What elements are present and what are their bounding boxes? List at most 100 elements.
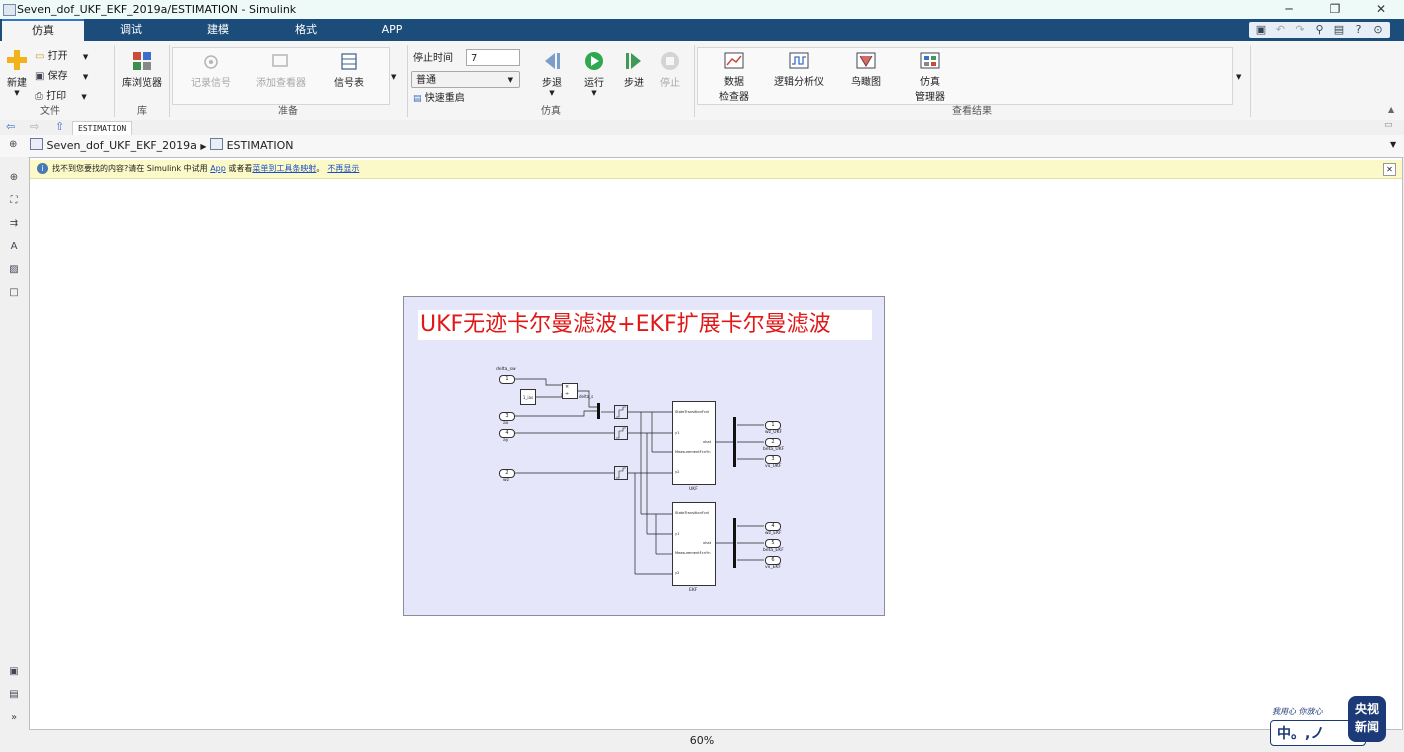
simulink-app-icon	[3, 4, 16, 16]
new-label: 新建	[7, 78, 27, 89]
collapse-ribbon-icon[interactable]: ▲	[1388, 105, 1394, 114]
add-viewer-icon	[272, 54, 288, 67]
zero-order-hold-block[interactable]	[614, 405, 628, 419]
product-block[interactable]: × ÷	[562, 383, 578, 399]
tab-apps[interactable]: APP	[352, 19, 432, 41]
annotation-icon[interactable]: A	[7, 240, 21, 254]
outport-block[interactable]: 2	[765, 438, 781, 447]
search-icon[interactable]: ⚲	[1312, 22, 1328, 38]
model-tab[interactable]: ESTIMATION	[72, 121, 133, 136]
print-dropdown-icon[interactable]: ▼	[81, 93, 86, 101]
ekf-port-y1: y1	[675, 532, 680, 536]
data-inspector-button[interactable]: 数据 检查器	[714, 52, 754, 103]
run-label: 运行	[584, 78, 604, 89]
outport-label: vx_EKF	[765, 565, 781, 570]
hide-browser-icon[interactable]: ⊕	[9, 139, 17, 150]
save-button[interactable]: ▣ 保存 ▼	[35, 68, 88, 86]
step-back-dropdown-icon[interactable]: ▼	[535, 89, 569, 97]
tab-menu-icon[interactable]: ▭	[1384, 120, 1393, 130]
zoom-in-icon[interactable]: ⊕	[7, 171, 21, 185]
inport-block[interactable]: 1	[499, 375, 515, 384]
ekf-demux-block[interactable]	[733, 518, 736, 568]
ukf-block[interactable]: StateTransitionFcnI y1 xhat MeasurementF…	[672, 401, 716, 485]
prepare-expand-icon[interactable]: ▼	[391, 73, 396, 81]
tab-modeling[interactable]: 建模	[178, 19, 258, 41]
zero-order-hold-block[interactable]	[614, 426, 628, 440]
image-icon[interactable]: ▨	[7, 263, 21, 277]
screenshot-icon[interactable]: ▣	[7, 665, 21, 679]
zero-order-hold-block[interactable]	[614, 466, 628, 480]
new-icon	[7, 50, 27, 70]
back-arrow-icon[interactable]: ⇦	[6, 120, 15, 133]
library-browser-button[interactable]: 库浏览器	[118, 51, 166, 89]
toolstrip-map-link[interactable]: 菜单到工具条映射	[252, 164, 316, 173]
zoom-icon[interactable]: ▤	[1331, 22, 1347, 38]
add-viewer-label: 添加查看器	[256, 78, 306, 89]
inport-block[interactable]: 2	[499, 469, 515, 478]
signal-table-label: 信号表	[334, 78, 364, 89]
ukf-port-y2: y2	[675, 470, 680, 474]
outport-block[interactable]: 4	[765, 522, 781, 531]
property-inspector-icon[interactable]: ▤	[7, 688, 21, 702]
save-icon[interactable]: ▣	[1253, 22, 1269, 38]
ekf-port-y2: y2	[675, 571, 680, 575]
outport-block[interactable]: 6	[765, 556, 781, 565]
app-link[interactable]: App	[210, 164, 226, 173]
dismiss-link[interactable]: 不再显示	[327, 164, 359, 173]
up-arrow-icon[interactable]: ⇧	[55, 120, 64, 133]
maximize-button[interactable]: ❐	[1312, 0, 1358, 19]
breadcrumb-current[interactable]: ESTIMATION	[227, 139, 294, 152]
redo-icon[interactable]: ↷	[1292, 22, 1308, 38]
stop-time-field[interactable]: 7	[466, 49, 520, 66]
minimize-button[interactable]: ─	[1266, 0, 1312, 19]
inport-block[interactable]: 3	[499, 412, 515, 421]
signal-table-button[interactable]: 信号表	[321, 53, 377, 89]
review-expand-icon[interactable]: ▼	[1236, 73, 1241, 81]
breadcrumb-root[interactable]: Seven_dof_UKF_EKF_2019a	[47, 139, 197, 152]
birdseye-button[interactable]: 鸟瞰图	[846, 52, 886, 88]
step-forward-button[interactable]: 步进	[617, 51, 651, 89]
logic-analyzer-button[interactable]: 逻辑分析仪	[770, 52, 828, 88]
mux-block[interactable]	[597, 403, 600, 419]
ekf-block[interactable]: StateTransitionFcnI y1 xhat MeasurementF…	[672, 502, 716, 586]
close-banner-icon[interactable]: ✕	[1383, 163, 1396, 176]
forward-arrow-icon[interactable]: ⇨	[30, 120, 39, 133]
stop-button[interactable]: 停止	[653, 51, 687, 89]
collapse-icon[interactable]: ⊙	[1370, 22, 1386, 38]
open-label: 打开	[47, 51, 68, 62]
model-area[interactable]: UKF无迹卡尔曼滤波+EKF扩展卡尔曼滤波 delta_sw 1 3 ax 4 …	[403, 296, 885, 616]
gain-block[interactable]: 1_ias	[520, 389, 536, 405]
simulation-mode-select[interactable]: 普通 ▼	[411, 71, 520, 88]
breadcrumb: Seven_dof_UKF_EKF_2019a ▶ ESTIMATION	[30, 138, 293, 154]
arrow-route-icon[interactable]: ⇉	[7, 217, 21, 231]
run-button[interactable]: 运行 ▼	[577, 51, 611, 97]
outport-block[interactable]: 5	[765, 539, 781, 548]
step-back-button[interactable]: 步退 ▼	[535, 51, 569, 97]
help-icon[interactable]: ?	[1351, 22, 1367, 38]
outport-block[interactable]: 1	[765, 421, 781, 430]
separator	[694, 45, 695, 117]
new-dropdown-icon[interactable]: ▼	[4, 89, 30, 97]
open-dropdown-icon[interactable]: ▼	[83, 53, 88, 61]
inport-block[interactable]: 4	[499, 429, 515, 438]
ukf-demux-block[interactable]	[733, 417, 736, 467]
expand-palette-icon[interactable]: »	[7, 711, 21, 725]
save-dropdown-icon[interactable]: ▼	[83, 73, 88, 81]
fit-to-view-icon[interactable]: ⛶	[7, 194, 21, 208]
tab-debug[interactable]: 调试	[92, 19, 170, 41]
log-signals-button[interactable]: 记录信号	[181, 53, 241, 89]
run-dropdown-icon[interactable]: ▼	[577, 89, 611, 97]
add-viewer-button[interactable]: 添加查看器	[251, 53, 311, 89]
close-button[interactable]: ✕	[1358, 0, 1404, 19]
data-inspector-icon	[724, 52, 744, 69]
area-icon[interactable]: □	[7, 286, 21, 300]
tab-format[interactable]: 格式	[266, 19, 346, 41]
open-button[interactable]: ▭ 打开 ▼	[35, 48, 88, 66]
step-back-label: 步退	[542, 78, 562, 89]
undo-icon[interactable]: ↶	[1273, 22, 1289, 38]
breadcrumb-dropdown-icon[interactable]: ▼	[1390, 140, 1396, 149]
new-button[interactable]: 新建 ▼	[4, 49, 30, 97]
sim-manager-button[interactable]: 仿真 管理器	[910, 52, 950, 103]
tab-simulation[interactable]: 仿真	[2, 19, 84, 41]
outport-block[interactable]: 3	[765, 455, 781, 464]
